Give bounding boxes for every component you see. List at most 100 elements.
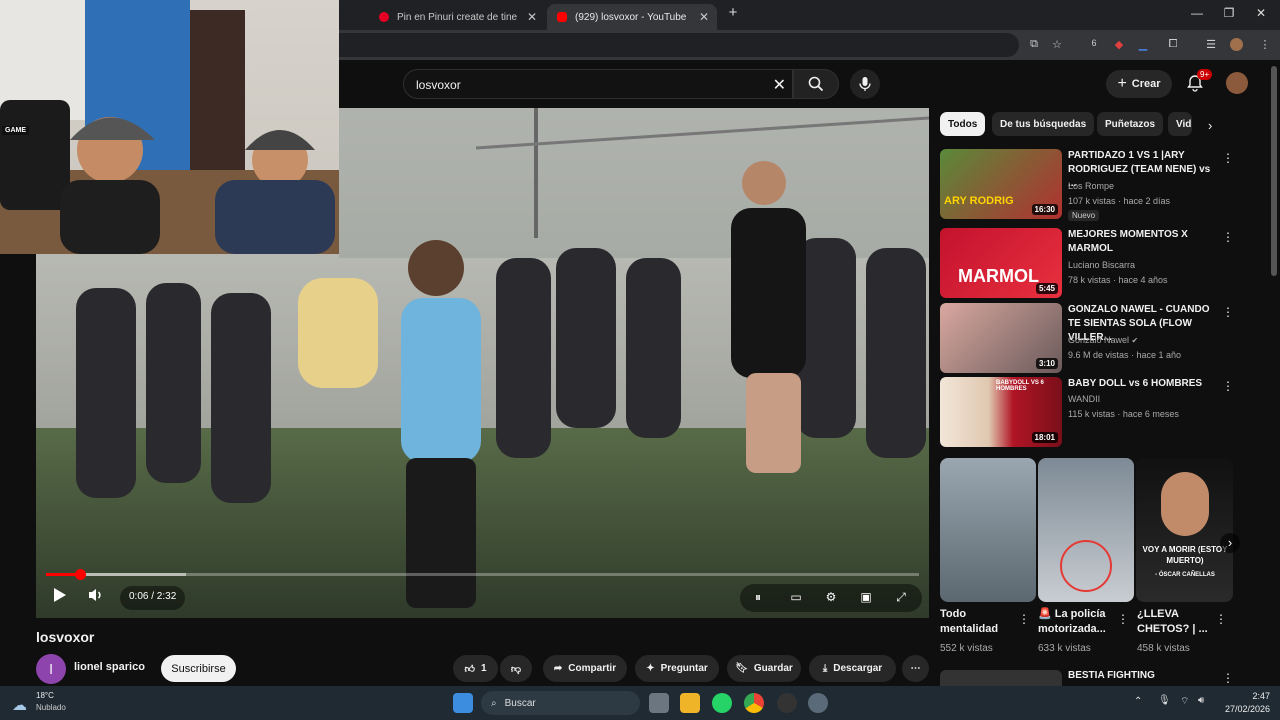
- search-icon: [808, 76, 824, 92]
- shelf-next-button[interactable]: ›: [1220, 533, 1240, 553]
- search-button[interactable]: [793, 69, 839, 99]
- tab-youtube[interactable]: (929) losvoxor - YouTube ✕: [547, 4, 717, 30]
- short-title[interactable]: 🚨 La policía motorizada...: [1038, 607, 1118, 637]
- download-button[interactable]: ⤓ Descargar: [809, 655, 896, 682]
- volume-button[interactable]: [86, 587, 106, 606]
- chip-videos[interactable]: Vid: [1168, 112, 1192, 136]
- short-views: 633 k vistas: [1038, 643, 1091, 654]
- progress-bar[interactable]: [46, 569, 919, 580]
- kebab-menu-icon[interactable]: ⋮: [1222, 151, 1234, 165]
- install-app-icon[interactable]: ⧉: [1026, 38, 1042, 51]
- obs-icon[interactable]: [777, 693, 797, 713]
- microphone-icon[interactable]: 🎙︎: [1158, 695, 1171, 706]
- recommendation-channel[interactable]: Luciano Biscarra: [1068, 260, 1135, 270]
- short-thumbnail[interactable]: VOY A MORIR (ESTOY MUERTO) - ÓSCAR CAÑEL…: [1136, 458, 1233, 602]
- scrollbar-thumb[interactable]: [1271, 66, 1277, 276]
- voice-search-button[interactable]: [850, 69, 880, 99]
- close-window-button[interactable]: ✕: [1251, 6, 1271, 20]
- video-thumbnail[interactable]: ARY RODRIG 16:30: [940, 149, 1062, 219]
- recommendation-item[interactable]: MARMOL 5:45 MEJORES MOMENTOS X MARMOL Lu…: [940, 228, 1240, 298]
- restore-button[interactable]: ❐: [1219, 6, 1239, 20]
- kebab-menu-icon[interactable]: ⋮: [1257, 38, 1273, 51]
- player-controls-right: ⏸ ▭ ⚙ ▣ ⤢: [740, 584, 922, 612]
- close-icon[interactable]: ✕: [527, 10, 537, 24]
- short-title[interactable]: Todo mentalidad: [940, 607, 1020, 637]
- kebab-menu-icon[interactable]: ⋮: [1222, 230, 1234, 244]
- recommendation-meta: 78 k vistas · hace 4 años: [1068, 275, 1168, 285]
- create-button[interactable]: + Crear: [1106, 70, 1172, 98]
- avatar[interactable]: [1226, 72, 1248, 94]
- more-actions-button[interactable]: ⋯: [902, 655, 929, 682]
- profile-avatar[interactable]: [1228, 38, 1244, 54]
- recommendation-title[interactable]: MEJORES MOMENTOS X MARMOL: [1068, 228, 1216, 256]
- chrome-icon[interactable]: [744, 693, 764, 713]
- recommendation-channel[interactable]: Gonzalo Nawel ✔: [1068, 335, 1138, 345]
- whatsapp-icon[interactable]: [712, 693, 732, 713]
- tray-chevron-icon[interactable]: ⌃: [1134, 696, 1142, 707]
- settings-gear-icon[interactable]: ⚙: [822, 590, 840, 604]
- chevron-right-icon[interactable]: ›: [1208, 118, 1212, 133]
- new-tab-button[interactable]: +: [723, 4, 743, 21]
- fullscreen-icon[interactable]: ⤢: [892, 590, 910, 605]
- notifications-button[interactable]: 9+: [1184, 69, 1213, 96]
- autoplay-toggle[interactable]: ⏸: [749, 590, 767, 605]
- play-button[interactable]: [50, 587, 70, 606]
- short-thumbnail[interactable]: [940, 458, 1036, 602]
- video-thumbnail[interactable]: MARMOL 5:45: [940, 228, 1062, 298]
- subscribe-button[interactable]: Suscribirse: [161, 655, 236, 682]
- kebab-menu-icon[interactable]: ⋮: [1215, 612, 1227, 626]
- subtitles-icon[interactable]: ▭: [787, 590, 805, 604]
- recommendation-channel[interactable]: Los Rompe: [1068, 181, 1114, 191]
- settings-gear-icon[interactable]: [808, 693, 828, 713]
- short-thumbnail[interactable]: [1038, 458, 1134, 602]
- file-explorer-icon[interactable]: [680, 693, 700, 713]
- clock[interactable]: 2:47 27/02/2026: [1224, 690, 1270, 716]
- extension-icon[interactable]: ◆: [1111, 38, 1127, 51]
- task-view-icon[interactable]: [649, 693, 669, 713]
- clear-icon[interactable]: ✕: [773, 75, 786, 95]
- save-button[interactable]: 🔖︎ Guardar: [727, 655, 801, 682]
- video-thumbnail[interactable]: BABYDOLL VS 6 HOMBRES 18:01: [940, 377, 1062, 447]
- like-button[interactable]: 👍︎ 1: [453, 655, 498, 682]
- address-bar[interactable]: [339, 33, 1019, 57]
- volume-icon[interactable]: 🔊︎: [1198, 695, 1204, 706]
- extension-icon[interactable]: ▁: [1135, 38, 1151, 51]
- close-icon[interactable]: ✕: [699, 10, 709, 24]
- scrubber-handle[interactable]: [75, 569, 87, 580]
- recommendation-item[interactable]: BABYDOLL VS 6 HOMBRES 18:01 BABY DOLL vs…: [940, 377, 1240, 447]
- kebab-menu-icon[interactable]: ⋮: [1222, 671, 1234, 685]
- chip-all[interactable]: Todos: [940, 112, 986, 136]
- ask-button[interactable]: ✦ Preguntar: [635, 655, 719, 682]
- short-title[interactable]: ¿LLEVA CHETOS? | ...: [1137, 607, 1217, 637]
- face-image: [1161, 472, 1209, 536]
- kebab-menu-icon[interactable]: ⋮: [1222, 379, 1234, 393]
- channel-name[interactable]: lionel sparico: [74, 661, 145, 673]
- chip-from-searches[interactable]: De tus búsquedas: [992, 112, 1095, 136]
- recommendation-item[interactable]: 3:10 GONZALO NAWEL - CUANDO TE SIENTAS S…: [940, 303, 1240, 373]
- theater-mode-icon[interactable]: ▣: [857, 590, 875, 604]
- taskbar-search[interactable]: ⌕ Buscar: [481, 691, 640, 715]
- chip-punches[interactable]: Puñetazos: [1097, 112, 1164, 136]
- media-control-icon[interactable]: ☰: [1203, 38, 1219, 51]
- share-button[interactable]: ➦ Compartir: [543, 655, 627, 682]
- recommendation-title[interactable]: BABY DOLL vs 6 HOMBRES: [1068, 377, 1216, 391]
- windows-start-icon[interactable]: [453, 693, 473, 713]
- recommendation-channel[interactable]: WANDII: [1068, 394, 1100, 404]
- kebab-menu-icon[interactable]: ⋮: [1018, 612, 1030, 626]
- puzzle-icon[interactable]: ⧠: [1165, 38, 1181, 51]
- minimize-button[interactable]: —: [1187, 6, 1207, 20]
- video-thumbnail[interactable]: [940, 670, 1062, 686]
- tab-pinterest[interactable]: Pin en Pinuri create de tine ✕: [369, 4, 545, 30]
- kebab-menu-icon[interactable]: ⋮: [1222, 305, 1234, 319]
- search-input[interactable]: losvoxor ✕: [403, 69, 793, 99]
- recommendation-title[interactable]: BESTIA FIGHTING: [1068, 670, 1155, 681]
- taskbar-search-label: Buscar: [504, 697, 536, 709]
- recommendation-item[interactable]: ARY RODRIG 16:30 PARTIDAZO 1 VS 1 |ARY R…: [940, 149, 1240, 221]
- extension-badge[interactable]: 6: [1086, 38, 1102, 48]
- channel-avatar[interactable]: l: [36, 654, 66, 684]
- kebab-menu-icon[interactable]: ⋮: [1117, 612, 1129, 626]
- bookmark-star-icon[interactable]: ☆: [1049, 38, 1065, 51]
- wifi-icon[interactable]: ⌔: [1180, 695, 1189, 708]
- dislike-button[interactable]: 👎︎: [500, 655, 532, 682]
- video-thumbnail[interactable]: 3:10: [940, 303, 1062, 373]
